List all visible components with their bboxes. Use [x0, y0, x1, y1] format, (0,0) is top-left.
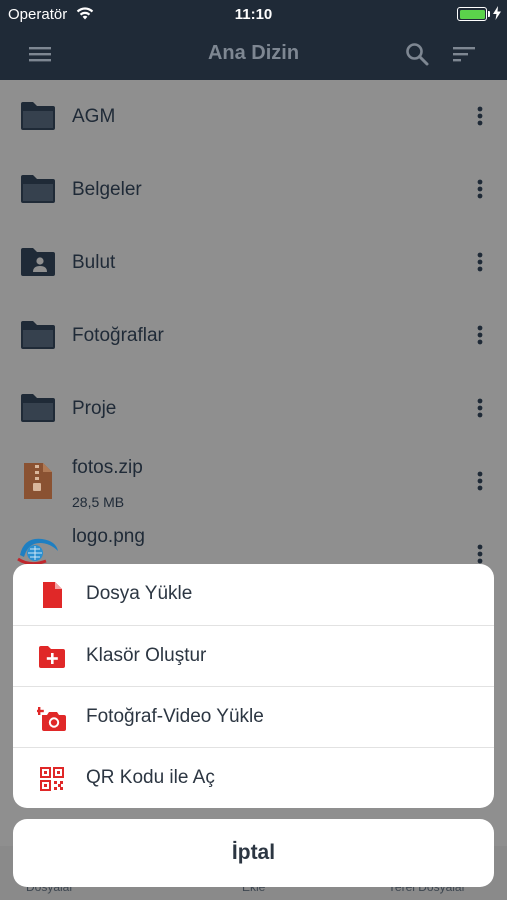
navigation-bar: Ana Dizin: [0, 28, 507, 80]
more-options-icon[interactable]: [472, 543, 488, 565]
clock: 11:10: [234, 6, 273, 23]
battery-icon: [457, 7, 487, 21]
charging-icon: [493, 6, 501, 20]
action-sheet: Dosya Yükle Klasör Oluştur Fotoğraf-Vide…: [13, 564, 494, 808]
list-item[interactable]: Fotoğraflar: [0, 299, 507, 372]
folder-icon: [21, 102, 55, 130]
create-folder-option[interactable]: Klasör Oluştur: [13, 625, 494, 686]
file-name: Fotoğraflar: [72, 325, 164, 346]
list-item[interactable]: AGM: [0, 80, 507, 153]
file-name: Bulut: [72, 252, 116, 273]
sort-icon[interactable]: [450, 40, 478, 68]
file-name: Proje: [72, 398, 117, 419]
option-label: Dosya Yükle: [86, 583, 193, 604]
qr-code-open-option[interactable]: QR Kodu ile Aç: [13, 747, 494, 808]
file-name: AGM: [72, 106, 116, 127]
camera-add-icon: [37, 707, 66, 731]
search-icon[interactable]: [403, 40, 431, 68]
cancel-label: İptal: [231, 841, 276, 864]
folder-icon: [21, 321, 55, 349]
zip-file-icon: [24, 463, 52, 499]
upload-photo-video-option[interactable]: Fotoğraf-Video Yükle: [13, 686, 494, 747]
file-size: 28,5 MB: [72, 494, 125, 510]
battery-tip: [488, 11, 490, 17]
image-thumbnail: [17, 538, 58, 566]
more-options-icon[interactable]: [472, 397, 488, 419]
more-options-icon[interactable]: [472, 470, 488, 492]
cancel-button[interactable]: İptal: [13, 819, 494, 887]
folder-add-icon: [39, 646, 65, 668]
list-item[interactable]: Proje: [0, 372, 507, 445]
file-name: logo.png: [72, 526, 145, 547]
folder-icon: [21, 394, 55, 422]
more-options-icon[interactable]: [472, 324, 488, 346]
list-item[interactable]: Bulut: [0, 226, 507, 299]
option-label: QR Kodu ile Aç: [86, 767, 215, 788]
file-name: Belgeler: [72, 179, 142, 200]
option-label: Klasör Oluştur: [86, 645, 207, 666]
more-options-icon[interactable]: [472, 251, 488, 273]
more-options-icon[interactable]: [472, 105, 488, 127]
list-item[interactable]: fotos.zip 28,5 MB: [0, 445, 507, 518]
file-name: fotos.zip: [72, 457, 143, 478]
status-bar: Operatör 11:10: [0, 0, 507, 28]
folder-icon: [21, 175, 55, 203]
shared-folder-icon: [21, 248, 55, 276]
more-options-icon[interactable]: [472, 178, 488, 200]
list-item[interactable]: Belgeler: [0, 153, 507, 226]
upload-file-option[interactable]: Dosya Yükle: [13, 564, 494, 625]
file-upload-icon: [43, 582, 62, 608]
option-label: Fotoğraf-Video Yükle: [86, 706, 264, 727]
qr-code-icon: [40, 767, 64, 791]
